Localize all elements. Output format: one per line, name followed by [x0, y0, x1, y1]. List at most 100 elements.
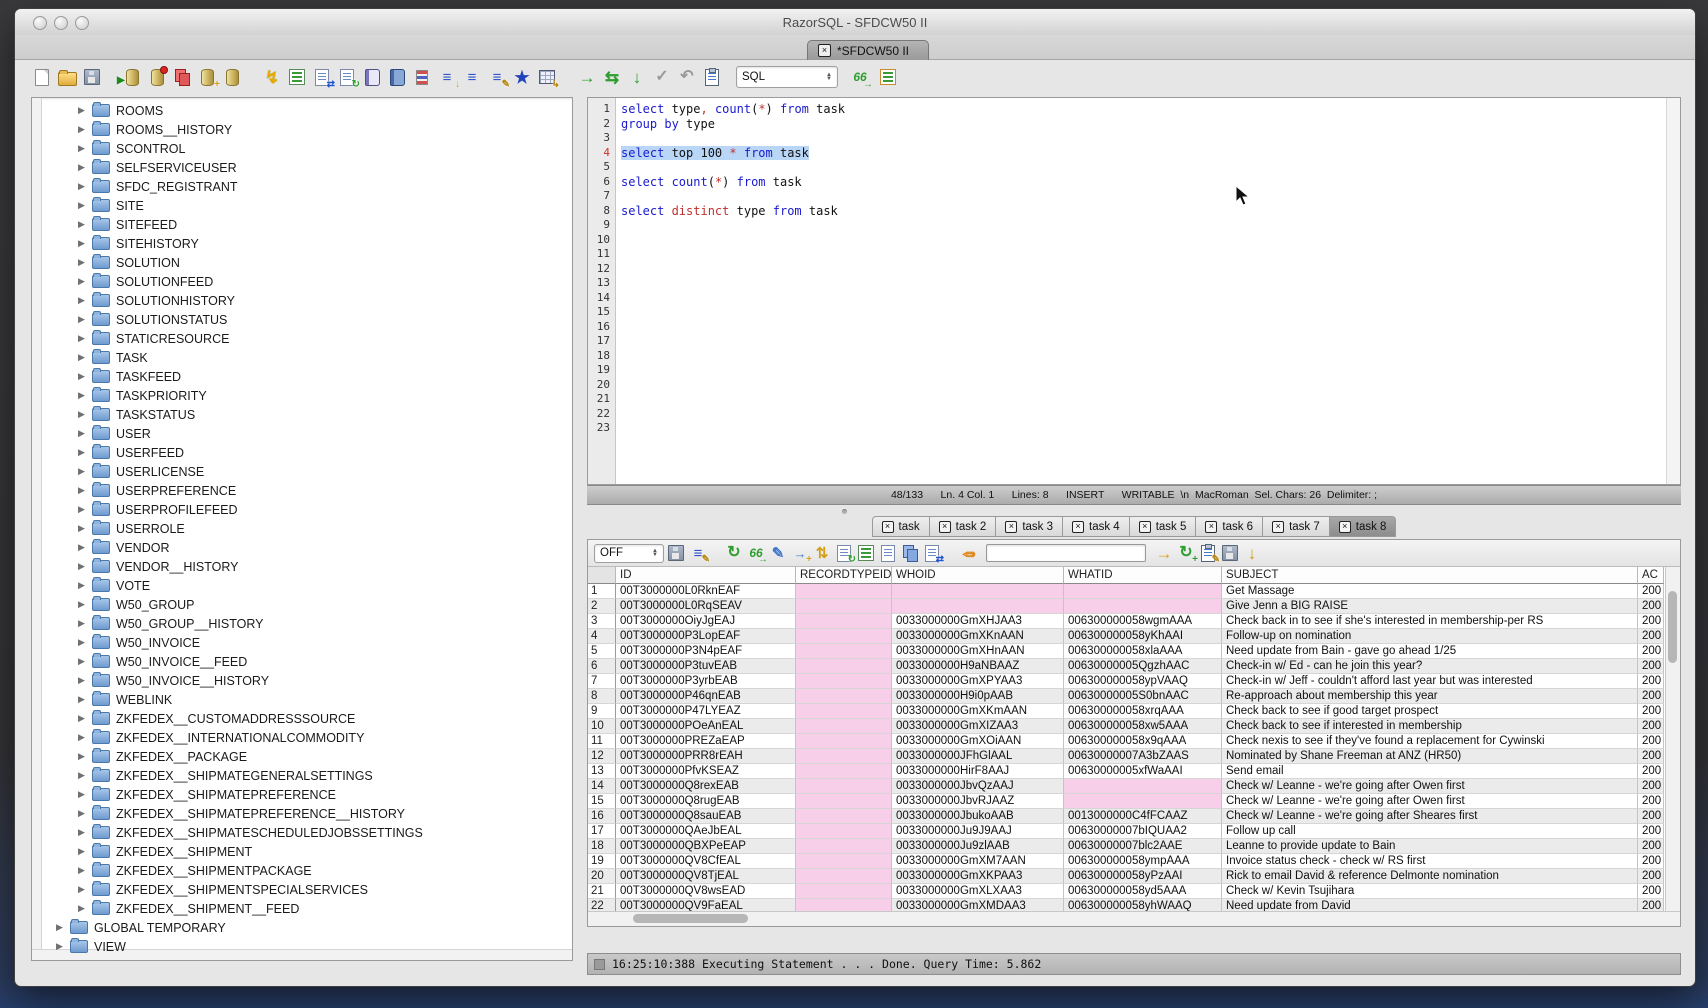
table-cell[interactable]: 00T3000000L0RqSEAV [616, 599, 796, 614]
row-number-cell[interactable]: 2 [588, 599, 616, 614]
table-cell[interactable]: 200 [1638, 884, 1664, 899]
disclosure-triangle-icon[interactable]: ▶ [78, 466, 90, 477]
table-row[interactable]: 1600T3000000Q8sauEAB0033000000JbukoAAB00… [588, 809, 1665, 824]
edit-results-icon[interactable]: ✎ [768, 543, 788, 563]
column-info-icon[interactable] [856, 543, 876, 563]
table-cell[interactable]: 0033000000JbukoAAB [892, 809, 1064, 824]
tree-item-selfserviceuser[interactable]: ▶SELFSERVICEUSER [42, 158, 572, 177]
close-tab-icon[interactable]: × [1139, 521, 1151, 533]
tree-item-w50-group-history[interactable]: ▶W50_GROUP__HISTORY [42, 614, 572, 633]
table-cell[interactable]: 006300000058yKhAAI [1064, 629, 1222, 644]
table-row[interactable]: 1200T3000000PRR8rEAH0033000000JFhGlAAL00… [588, 749, 1665, 764]
tree-item-zkfedex-shipmentpackage[interactable]: ▶ZKFEDEX__SHIPMENTPACKAGE [42, 861, 572, 880]
table-cell[interactable]: Check w/ Leanne - we're going after Shea… [1222, 809, 1638, 824]
code-line[interactable] [621, 189, 1666, 204]
disclosure-triangle-icon[interactable]: ▶ [78, 276, 90, 287]
sql-editor[interactable]: 1234567891011121314151617181920212223 se… [587, 97, 1681, 485]
code-line[interactable] [621, 421, 1666, 436]
tree-item-taskpriority[interactable]: ▶TASKPRIORITY [42, 386, 572, 405]
code-line[interactable] [621, 233, 1666, 248]
table-cell[interactable]: 0013000000C4fFCAAZ [1064, 809, 1222, 824]
table-cell[interactable]: 00T3000000QV9FaEAL [616, 899, 796, 911]
search-next-icon[interactable]: → [1154, 543, 1174, 563]
disclosure-triangle-icon[interactable]: ▶ [78, 181, 90, 192]
column-header-whatid[interactable]: WHATID [1064, 567, 1222, 584]
insert-row-icon[interactable]: →+ [790, 543, 810, 563]
zoom-window-button[interactable] [75, 16, 89, 30]
table-cell[interactable]: Send email [1222, 764, 1638, 779]
table-cell[interactable]: 0033000000GmXIZAA3 [892, 719, 1064, 734]
disclosure-triangle-icon[interactable]: ▶ [78, 694, 90, 705]
column-header-subject[interactable]: SUBJECT [1222, 567, 1638, 584]
tree-item-zkfedex-shipmatepreference[interactable]: ▶ZKFEDEX__SHIPMATEPREFERENCE [42, 785, 572, 804]
tree-item-userfeed[interactable]: ▶USERFEED [42, 443, 572, 462]
table-cell[interactable]: 200 [1638, 734, 1664, 749]
results-grid[interactable]: IDRECORDTYPEIDWHOIDWHATIDSUBJECTAC100T30… [588, 567, 1665, 911]
table-cell[interactable]: 200 [1638, 854, 1664, 869]
table-cell[interactable]: 200 [1638, 839, 1664, 854]
grid-vertical-scrollbar[interactable] [1665, 567, 1680, 911]
column-header-id[interactable]: ID [616, 567, 796, 584]
result-tab-task-6[interactable]: ×task 6 [1196, 516, 1263, 537]
table-cell[interactable]: 200 [1638, 674, 1664, 689]
transpose-icon[interactable]: ⇄ [922, 543, 942, 563]
table-row[interactable]: 900T3000000P47LYEAZ0033000000GmXKmAAN006… [588, 704, 1665, 719]
table-cell[interactable] [796, 869, 892, 884]
row-number-cell[interactable]: 18 [588, 839, 616, 854]
table-cell[interactable] [796, 854, 892, 869]
tree-item-vote[interactable]: ▶VOTE [42, 576, 572, 595]
copy-table-icon[interactable] [171, 66, 193, 88]
table-cell[interactable] [796, 809, 892, 824]
table-cell[interactable]: 200 [1638, 614, 1664, 629]
table-cell[interactable]: Check back to see if interested in membe… [1222, 719, 1638, 734]
disclosure-triangle-icon[interactable]: ▶ [78, 504, 90, 515]
edit-file-icon[interactable] [361, 66, 383, 88]
table-cell[interactable]: 00630000005QgzhAAC [1064, 659, 1222, 674]
row-number-cell[interactable]: 13 [588, 764, 616, 779]
format-sql-icon[interactable]: ≡✎ [486, 66, 508, 88]
sort-results-icon[interactable]: ⇅ [812, 543, 832, 563]
table-cell[interactable]: 00630000007bIQUAA2 [1064, 824, 1222, 839]
rollback-icon[interactable]: ↶ [676, 66, 698, 88]
column-header-whoid[interactable]: WHOID [892, 567, 1064, 584]
execute-sql-icon[interactable]: → [576, 66, 598, 88]
disclosure-triangle-icon[interactable]: ▶ [78, 371, 90, 382]
disclosure-triangle-icon[interactable]: ▶ [78, 485, 90, 496]
table-cell[interactable]: 00T3000000Q8rugEAB [616, 794, 796, 809]
import-data-icon[interactable]: ↻ [336, 66, 358, 88]
result-tab-task[interactable]: ×task [872, 516, 930, 537]
code-line[interactable] [621, 305, 1666, 320]
tree-item-weblink[interactable]: ▶WEBLINK [42, 690, 572, 709]
table-row[interactable]: 1000T3000000POeAnEAL0033000000GmXIZAA300… [588, 719, 1665, 734]
table-cell[interactable]: 00T3000000P46qnEAB [616, 689, 796, 704]
disclosure-triangle-icon[interactable]: ▶ [78, 656, 90, 667]
disclosure-triangle-icon[interactable]: ▶ [78, 409, 90, 420]
table-cell[interactable]: 00630000007A3bZAAS [1064, 749, 1222, 764]
bookmarks-icon[interactable] [386, 66, 408, 88]
code-line[interactable] [621, 276, 1666, 291]
disclosure-triangle-icon[interactable]: ▶ [78, 618, 90, 629]
table-cell[interactable]: 006300000058ypVAAQ [1064, 674, 1222, 689]
table-cell[interactable]: 006300000058yhWAAQ [1064, 899, 1222, 911]
table-cell[interactable]: 0033000000GmXLXAA3 [892, 884, 1064, 899]
table-cell[interactable]: 200 [1638, 749, 1664, 764]
table-cell[interactable]: Check w/ Leanne - we're going after Owen… [1222, 794, 1638, 809]
table-row[interactable]: 100T3000000L0RknEAFGet Massage200 [588, 584, 1665, 599]
compare-icon[interactable] [411, 66, 433, 88]
code-line[interactable] [621, 378, 1666, 393]
disclosure-triangle-icon[interactable]: ▶ [78, 903, 90, 914]
row-number-cell[interactable]: 1 [588, 584, 616, 599]
code-line[interactable]: select distinct type from task [621, 204, 1666, 219]
scrollbar-thumb[interactable] [633, 914, 748, 923]
code-line[interactable] [621, 363, 1666, 378]
table-cell[interactable] [1064, 599, 1222, 614]
tree-item-sfdc-registrant[interactable]: ▶SFDC_REGISTRANT [42, 177, 572, 196]
table-cell[interactable] [796, 659, 892, 674]
row-number-cell[interactable]: 14 [588, 779, 616, 794]
table-row[interactable]: 200T3000000L0RqSEAVGive Jenn a BIG RAISE… [588, 599, 1665, 614]
table-cell[interactable]: Follow up call [1222, 824, 1638, 839]
tree-item-global-temporary[interactable]: ▶GLOBAL TEMPORARY [42, 918, 572, 937]
table-cell[interactable]: 00T3000000P47LYEAZ [616, 704, 796, 719]
table-cell[interactable] [1064, 779, 1222, 794]
disclosure-triangle-icon[interactable]: ▶ [78, 770, 90, 781]
